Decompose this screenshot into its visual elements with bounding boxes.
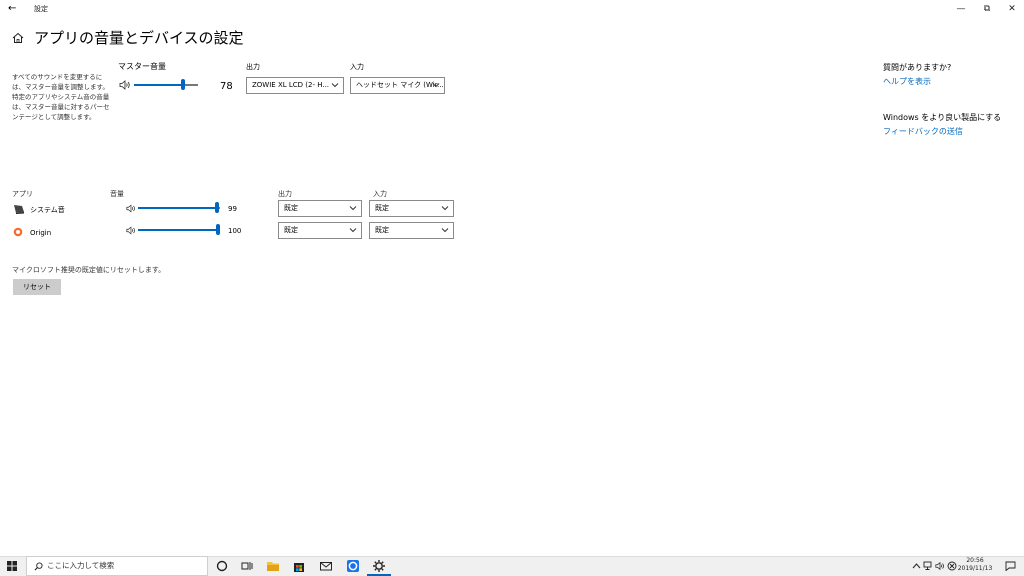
volume-tray-icon[interactable]	[935, 561, 945, 571]
app-volume-fill	[138, 229, 217, 231]
app-volume-thumb[interactable]	[215, 202, 219, 213]
maximize-button[interactable]: ⧉	[978, 3, 996, 15]
master-volume-label: マスター音量	[118, 62, 166, 71]
file-explorer-icon[interactable]	[266, 559, 280, 573]
speaker-icon[interactable]	[126, 204, 136, 213]
chevron-down-icon	[349, 228, 357, 233]
feedback-link[interactable]: フィードバックの送信	[883, 127, 963, 137]
master-output-dropdown[interactable]: ZOWIE XL LCD (2- H...	[246, 77, 344, 94]
settings-gear-icon[interactable]	[372, 559, 386, 573]
help-link[interactable]: ヘルプを表示	[883, 77, 931, 87]
app-row-system-sounds: システム音 99 既定 既定	[0, 198, 470, 218]
page-title: アプリの音量とデバイスの設定	[34, 29, 244, 47]
chevron-up-icon[interactable]	[912, 562, 921, 570]
app-volume-value: 100	[228, 227, 242, 235]
network-icon[interactable]	[923, 561, 933, 571]
speaker-icon[interactable]	[119, 80, 131, 90]
chevron-down-icon	[432, 83, 440, 88]
app-input-value: 既定	[375, 204, 389, 212]
app-volume-value: 99	[228, 205, 237, 213]
window-title: 設定	[34, 5, 48, 13]
app-row-origin: Origin 100 既定 既定	[0, 220, 470, 240]
chevron-down-icon	[441, 228, 449, 233]
master-volume-rest	[185, 84, 198, 86]
master-volume-value: 78	[220, 81, 233, 92]
master-input-label: 入力	[350, 63, 364, 71]
origin-icon	[13, 227, 23, 237]
clock-time: 20:56	[966, 557, 984, 564]
chevron-down-icon	[441, 206, 449, 211]
master-volume-slider[interactable]	[134, 79, 198, 91]
reset-button[interactable]: リセット	[13, 279, 61, 295]
chevron-down-icon	[331, 83, 339, 88]
browser-icon[interactable]	[346, 559, 360, 573]
master-input-value: ヘッドセット マイク (Wir...	[356, 81, 444, 89]
reset-description: マイクロソフト推奨の既定値にリセットします。	[12, 266, 166, 274]
master-volume-thumb[interactable]	[181, 79, 185, 90]
app-volume-slider[interactable]	[138, 202, 220, 214]
app-output-value: 既定	[284, 226, 298, 234]
app-output-dropdown[interactable]: 既定	[278, 222, 362, 239]
master-output-value: ZOWIE XL LCD (2- H...	[252, 81, 330, 89]
app-output-dropdown[interactable]: 既定	[278, 200, 362, 217]
app-input-value: 既定	[375, 226, 389, 234]
speaker-icon[interactable]	[126, 226, 136, 235]
mail-icon[interactable]	[319, 559, 333, 573]
app-name: Origin	[30, 229, 52, 237]
search-icon	[34, 562, 43, 571]
master-volume-description: すべてのサウンドを変更するには、マスター音量を調整します。特定のアプリやシステム…	[12, 73, 110, 121]
app-input-dropdown[interactable]: 既定	[369, 222, 454, 239]
app-volume-slider[interactable]	[138, 224, 220, 236]
taskbar-clock[interactable]: 20:56 2019/11/13	[952, 557, 998, 573]
task-view-icon[interactable]	[240, 559, 254, 573]
close-button[interactable]: ✕	[1003, 3, 1021, 15]
app-input-dropdown[interactable]: 既定	[369, 200, 454, 217]
cortana-icon[interactable]	[215, 559, 229, 573]
back-arrow-icon[interactable]: ←	[8, 3, 16, 15]
clock-date: 2019/11/13	[957, 565, 993, 572]
improve-windows-heading: Windows をより良い製品にする	[883, 113, 1002, 122]
action-center-icon[interactable]	[1005, 561, 1016, 571]
system-sounds-icon	[14, 205, 24, 214]
taskbar-search-box[interactable]: ここに入力して検索	[26, 556, 208, 576]
microsoft-store-icon[interactable]	[292, 559, 306, 573]
master-output-label: 出力	[246, 63, 260, 71]
minimize-button[interactable]: —	[952, 3, 970, 15]
home-icon[interactable]	[12, 32, 24, 44]
app-volume-rest	[219, 207, 220, 209]
app-name: システム音	[30, 206, 65, 214]
help-question: 質問がありますか?	[883, 63, 952, 72]
master-input-dropdown[interactable]: ヘッドセット マイク (Wir...	[350, 77, 445, 94]
search-placeholder: ここに入力して検索	[47, 561, 115, 570]
app-volume-thumb[interactable]	[216, 224, 220, 235]
master-volume-fill	[134, 84, 182, 86]
title-bar: ← 設定 — ⧉ ✕	[0, 0, 1024, 18]
app-volume-fill	[138, 207, 216, 209]
windows-start-icon[interactable]	[7, 561, 17, 571]
app-output-value: 既定	[284, 204, 298, 212]
chevron-down-icon	[349, 206, 357, 211]
